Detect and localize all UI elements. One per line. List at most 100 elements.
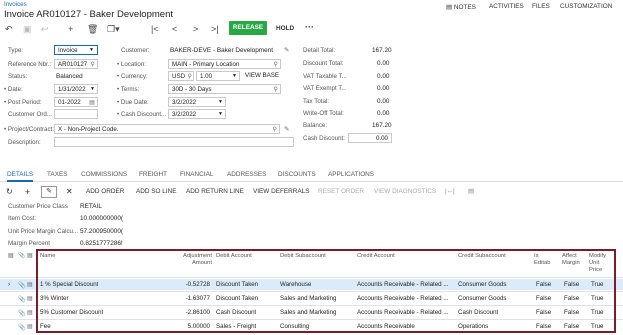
tax-total-label: Tax Total: xyxy=(303,98,330,105)
write-off-total-value: 0.00 xyxy=(377,110,390,117)
type-label: Type: xyxy=(8,47,24,54)
save-icon[interactable]: ▣ xyxy=(23,24,32,34)
attachment-icon: 📎 xyxy=(18,324,26,331)
period-label: • Post Period: xyxy=(4,99,42,106)
add-so-line-button[interactable]: ADD SO LINE xyxy=(136,185,177,199)
chevron-down-icon: ▼ xyxy=(218,111,223,117)
tab-taxes[interactable]: TAXES xyxy=(47,171,67,178)
date-field[interactable]: 1/31/2022 ▼ xyxy=(54,84,98,94)
copy-paste-icon[interactable]: ❐▾ xyxy=(107,24,120,34)
currency-field[interactable]: USD ⚲ xyxy=(168,71,194,81)
tab-addresses[interactable]: ADDRESSES xyxy=(227,171,266,178)
edit-icon[interactable]: ✎ xyxy=(284,46,289,54)
balance-label: Balance: xyxy=(303,122,328,129)
chevron-down-icon: ▼ xyxy=(218,99,223,105)
item-cost-value: 10.000000000( xyxy=(80,215,123,222)
customer-value[interactable]: BAKER-DEVE - Baker Development xyxy=(170,47,273,54)
vat-exempt-label: VAT Exempt T... xyxy=(303,85,347,92)
files-button[interactable]: FILES xyxy=(532,3,550,10)
export-icon[interactable]: ▤ xyxy=(468,185,474,199)
location-label: • Location: xyxy=(117,61,147,68)
next-record-icon[interactable]: > xyxy=(193,24,198,34)
period-field[interactable]: 01-2022 ▤ xyxy=(54,97,98,107)
activities-button[interactable]: ACTIVITIES xyxy=(489,3,524,10)
vat-taxable-label: VAT Taxable T... xyxy=(303,73,347,80)
undo-icon[interactable]: ↶ xyxy=(5,24,13,34)
discount-total-value: 0.00 xyxy=(377,60,390,67)
margin-calc-value: 57.200950000( xyxy=(80,228,123,235)
edit-icon[interactable]: ✎ xyxy=(284,125,289,133)
description-field[interactable] xyxy=(54,137,294,147)
tab-applications[interactable]: APPLICATIONS xyxy=(328,171,374,178)
due-date-field[interactable]: 3/2/2022 ▼ xyxy=(168,97,226,107)
project-label: • Project/Contract: xyxy=(4,126,54,133)
note-icon: ▤ xyxy=(27,253,33,259)
hold-button[interactable]: HOLD xyxy=(276,25,294,32)
balance-value: 167.20 xyxy=(372,122,392,129)
type-select[interactable]: Invoice ▼ xyxy=(54,45,98,55)
fit-columns-icon[interactable]: |↔| xyxy=(445,185,455,199)
breadcrumb[interactable]: Invoices xyxy=(4,1,27,8)
customer-label: Customer: xyxy=(121,47,150,54)
note-icon: ▤ xyxy=(27,295,33,302)
note-icon: ▤ xyxy=(27,309,33,316)
search-icon: ⚲ xyxy=(187,73,192,80)
status-value: Balanced xyxy=(56,73,83,80)
view-deferrals-button[interactable]: VIEW DEFERRALS xyxy=(253,185,309,199)
first-record-icon[interactable]: |< xyxy=(151,24,159,34)
calendar-icon: ▼ xyxy=(90,86,95,92)
note-icon: ▤ xyxy=(27,281,33,288)
tab-financial[interactable]: FINANCIAL xyxy=(180,171,213,178)
terms-field[interactable]: 30D - 30 Days ⚲ xyxy=(168,84,281,94)
cancel-icon[interactable]: ↩ xyxy=(41,24,49,34)
add-order-button[interactable]: ADD ORDER xyxy=(86,185,124,199)
row-expand-icon[interactable]: › xyxy=(8,281,10,288)
description-label: Description: xyxy=(8,139,41,146)
tab-bar: DETAILS TAXES COMMISSIONS FREIGHT FINANC… xyxy=(0,168,623,182)
reset-order-button[interactable]: RESET ORDER xyxy=(318,185,364,199)
project-field[interactable]: X - Non-Project Code. ⚲ xyxy=(54,124,280,134)
vat-taxable-value: 0.00 xyxy=(377,73,390,80)
write-off-total-label: Write-Off Total: xyxy=(303,110,344,117)
location-field[interactable]: MAIN - Primary Location ⚲ xyxy=(168,59,281,69)
delete-row-icon[interactable]: ✕ xyxy=(66,185,73,199)
status-label: Status: xyxy=(8,73,28,80)
attachment-icon: 📎 xyxy=(18,282,26,289)
refnbr-label: Reference Nbr.: xyxy=(8,61,52,68)
add-return-line-button[interactable]: ADD RETURN LINE xyxy=(186,185,244,199)
delete-icon[interactable]: 🗑 xyxy=(87,24,98,34)
customization-button[interactable]: CUSTOMIZATION xyxy=(560,3,612,10)
tab-discounts[interactable]: DISCOUNTS xyxy=(278,171,316,178)
highlight-frame xyxy=(36,249,616,333)
cash-discount-field[interactable]: 0.00 xyxy=(348,133,392,143)
previous-record-icon[interactable]: < xyxy=(172,24,177,34)
currency-rate-field[interactable]: 1.00 ▼ xyxy=(196,71,240,81)
notes-button[interactable]: ▤ NOTES xyxy=(446,3,476,11)
price-class-value: RETAIL xyxy=(80,203,102,210)
discount-total-label: Discount Total: xyxy=(303,60,344,67)
customer-order-field[interactable] xyxy=(54,109,98,119)
tax-total-value: 0.00 xyxy=(377,98,390,105)
release-button[interactable]: RELEASE xyxy=(229,21,267,35)
view-base-button[interactable]: VIEW BASE xyxy=(245,72,279,79)
cash-discount-date-label: • Cash Discount... xyxy=(117,111,167,118)
tab-commissions[interactable]: COMMISSIONS xyxy=(81,171,127,178)
refnbr-field[interactable]: AR010127 ⚲ xyxy=(54,59,98,69)
add-row-icon[interactable]: + xyxy=(25,185,30,199)
view-diagnostics-button[interactable]: VIEW DIAGNOSTICS xyxy=(374,185,436,199)
more-actions-button[interactable]: ··· xyxy=(305,22,314,32)
notes-icon: ▤ xyxy=(446,4,453,11)
customer-order-label: Customer Ord... xyxy=(8,111,53,118)
search-icon: ⚲ xyxy=(90,61,95,68)
attachment-icon: 📎 xyxy=(18,296,26,303)
attachment-icon: 📎 xyxy=(18,310,26,317)
cash-discount-date-field[interactable]: 3/2/2022 ▼ xyxy=(168,109,226,119)
item-cost-label: Item Cost: xyxy=(8,215,37,222)
last-record-icon[interactable]: >| xyxy=(211,24,219,34)
refresh-icon[interactable]: ↻ xyxy=(6,185,13,199)
add-icon[interactable]: + xyxy=(68,24,73,34)
tab-freight[interactable]: FREIGHT xyxy=(139,171,167,178)
page-title: Invoice AR010127 - Baker Development xyxy=(4,9,173,20)
tab-details[interactable]: DETAILS xyxy=(7,171,34,182)
edit-row-icon[interactable]: ✎ xyxy=(41,186,57,198)
